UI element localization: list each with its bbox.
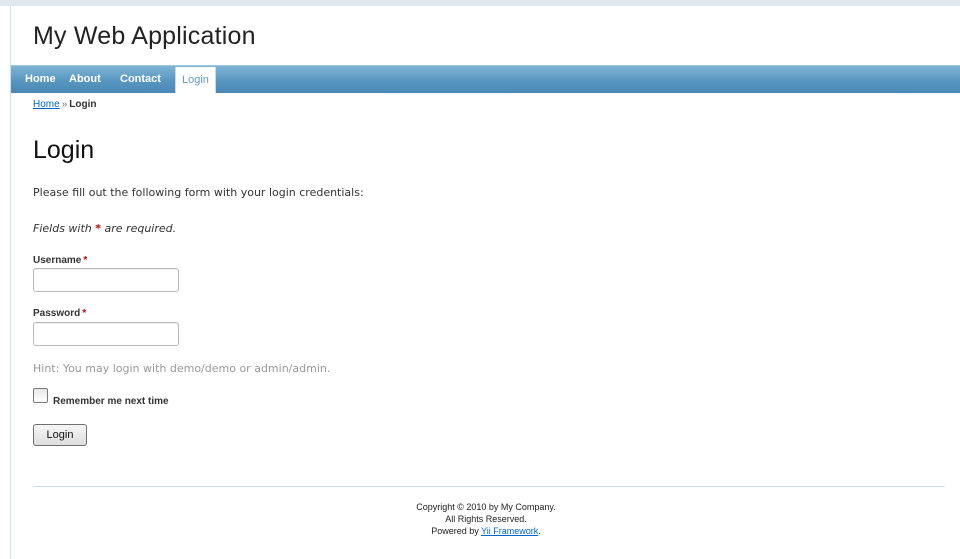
menu-item-contact[interactable]: Contact xyxy=(114,66,167,93)
footer-divider xyxy=(33,486,945,487)
menu-item-about[interactable]: About xyxy=(63,66,107,93)
password-label-text: Password xyxy=(33,308,81,319)
username-required-mark: * xyxy=(83,255,88,266)
main-menu: Home About Contact Login xyxy=(11,65,960,93)
username-field[interactable] xyxy=(33,268,179,292)
footer-powered: Powered by Yii Framework. xyxy=(11,525,960,537)
footer-powered-prefix: Powered by xyxy=(431,526,479,536)
footer-rights: All Rights Reserved. xyxy=(445,514,527,524)
username-label: Username * xyxy=(33,255,87,266)
footer: Copyright © 2010 by My Company. All Righ… xyxy=(11,501,960,537)
required-star: * xyxy=(95,222,102,235)
app-title: My Web Application xyxy=(33,22,256,50)
remember-me-checkbox[interactable] xyxy=(33,388,48,403)
password-label: Password * xyxy=(33,308,86,319)
page-title: Login xyxy=(33,136,95,164)
password-required-mark: * xyxy=(82,308,87,319)
intro-text: Please fill out the following form with … xyxy=(33,186,364,199)
yii-framework-link[interactable]: Yii Framework xyxy=(481,526,538,536)
remember-me-label[interactable]: Remember me next time xyxy=(53,396,169,407)
breadcrumb-separator: » xyxy=(61,99,68,110)
menu-item-login[interactable]: Login xyxy=(175,67,216,93)
required-note: Fields with * are required. xyxy=(33,222,176,235)
page-container: My Web Application Home About Contact Lo… xyxy=(10,6,960,559)
footer-copyright: Copyright © 2010 by My Company. xyxy=(416,502,556,512)
footer-powered-suffix: . xyxy=(538,526,541,536)
breadcrumb: Home» Login xyxy=(33,99,96,110)
password-field[interactable] xyxy=(33,322,179,346)
required-note-prefix: Fields with xyxy=(33,222,92,235)
username-label-text: Username xyxy=(33,255,82,266)
login-button[interactable]: Login xyxy=(33,424,87,446)
login-hint: Hint: You may login with demo/demo or ad… xyxy=(33,362,331,375)
breadcrumb-home-link[interactable]: Home xyxy=(33,99,60,110)
required-note-suffix: are required. xyxy=(104,222,177,235)
menu-item-home[interactable]: Home xyxy=(19,66,62,93)
breadcrumb-current: Login xyxy=(69,99,97,110)
